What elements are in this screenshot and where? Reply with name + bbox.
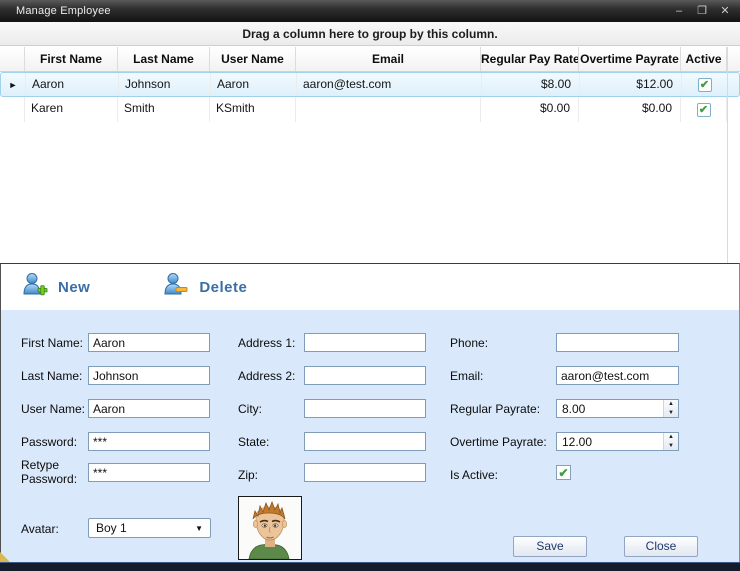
first-name-label: First Name: — [21, 336, 83, 350]
regular-payrate-spin-buttons: ▲ ▼ — [663, 400, 678, 417]
regular-payrate-stepper[interactable]: ▲ ▼ — [556, 399, 679, 418]
cell-email[interactable] — [296, 97, 481, 122]
is-active-label: Is Active: — [450, 468, 498, 482]
overtime-payrate-label: Overtime Payrate: — [450, 435, 547, 449]
current-row-arrow-icon: ► — [9, 80, 18, 90]
row-indicator — [0, 97, 25, 122]
phone-label: Phone: — [450, 336, 488, 350]
table-row[interactable]: Karen Smith KSmith $0.00 $0.00 ✔ — [0, 97, 740, 122]
table-row[interactable]: ► Aaron Johnson Aaron aaron@test.com $8.… — [0, 72, 740, 97]
form-toolbar: New Delete — [1, 264, 739, 310]
user-name-field[interactable] — [88, 399, 210, 418]
save-button[interactable]: Save — [513, 536, 587, 557]
column-header-overtime-payrate[interactable]: Overtime Payrate — [579, 47, 681, 71]
state-label: State: — [238, 435, 269, 449]
grid-header-row: First Name Last Name User Name Email Reg… — [0, 47, 740, 72]
overtime-payrate-field[interactable] — [556, 432, 679, 451]
check-icon: ✔ — [699, 104, 708, 116]
spin-down-icon[interactable]: ▼ — [664, 409, 678, 418]
column-header-active[interactable]: Active — [681, 47, 727, 71]
maximize-icon[interactable]: ❐ — [695, 0, 709, 22]
row-indicator: ► — [1, 73, 26, 96]
window-title: Manage Employee — [0, 5, 111, 17]
cell-user-name[interactable]: KSmith — [210, 97, 296, 122]
regular-payrate-label: Regular Payrate: — [450, 402, 540, 416]
retype-password-label: Retype Password: — [21, 458, 79, 486]
is-active-checkbox[interactable]: ✔ — [556, 465, 571, 480]
zip-label: Zip: — [238, 468, 258, 482]
window-controls: – ❐ ✕ — [672, 0, 732, 22]
column-header-last-name[interactable]: Last Name — [118, 47, 210, 71]
column-header-first-name[interactable]: First Name — [25, 47, 118, 71]
cell-email[interactable]: aaron@test.com — [297, 73, 482, 96]
city-label: City: — [238, 402, 262, 416]
spin-up-icon[interactable]: ▲ — [664, 400, 678, 409]
spin-up-icon[interactable]: ▲ — [664, 433, 678, 442]
check-icon: ✔ — [700, 79, 709, 91]
resize-grip[interactable] — [0, 552, 10, 562]
grid-edge-divider — [727, 47, 728, 263]
cell-first-name[interactable]: Karen — [25, 97, 118, 122]
cell-last-name[interactable]: Smith — [118, 97, 210, 122]
new-button-label: New — [58, 279, 90, 296]
cell-regular-pay-rate[interactable]: $8.00 — [482, 73, 580, 96]
avatar-label: Avatar: — [21, 522, 59, 536]
city-field[interactable] — [304, 399, 426, 418]
overtime-payrate-spin-buttons: ▲ ▼ — [663, 433, 678, 450]
delete-button-label: Delete — [199, 279, 247, 296]
employee-form: First Name: Last Name: User Name: Passwo… — [1, 310, 739, 563]
cell-overtime-payrate[interactable]: $12.00 — [580, 73, 682, 96]
avatar-image — [238, 496, 302, 560]
active-checkbox[interactable]: ✔ — [698, 78, 712, 92]
manage-employee-window: Manage Employee – ❐ ✕ Drag a column here… — [0, 0, 740, 571]
delete-button[interactable]: Delete — [162, 271, 247, 303]
delete-employee-icon — [162, 271, 189, 303]
first-name-field[interactable] — [88, 333, 210, 352]
address2-field[interactable] — [304, 366, 426, 385]
password-field[interactable] — [88, 432, 210, 451]
employee-grid: First Name Last Name User Name Email Reg… — [0, 47, 740, 263]
cell-overtime-payrate[interactable]: $0.00 — [579, 97, 681, 122]
chevron-down-icon: ▼ — [195, 524, 203, 533]
phone-field[interactable] — [556, 333, 679, 352]
close-icon[interactable]: ✕ — [718, 0, 732, 22]
email-label: Email: — [450, 369, 483, 383]
cell-regular-pay-rate[interactable]: $0.00 — [481, 97, 579, 122]
window-bottom-border — [0, 562, 740, 571]
column-header-email[interactable]: Email — [296, 47, 481, 71]
cell-last-name[interactable]: Johnson — [119, 73, 211, 96]
address2-label: Address 2: — [238, 369, 295, 383]
cell-active: ✔ — [681, 97, 727, 122]
detail-panel: New Delete — [0, 263, 740, 562]
close-button[interactable]: Close — [624, 536, 698, 557]
state-field[interactable] — [304, 432, 426, 451]
active-checkbox[interactable]: ✔ — [697, 103, 711, 117]
new-button[interactable]: New — [21, 271, 90, 303]
zip-field[interactable] — [304, 463, 426, 482]
user-name-label: User Name: — [21, 402, 85, 416]
password-label: Password: — [21, 435, 77, 449]
email-field[interactable] — [556, 366, 679, 385]
address1-field[interactable] — [304, 333, 426, 352]
address1-label: Address 1: — [238, 336, 295, 350]
title-bar: Manage Employee – ❐ ✕ — [0, 0, 740, 22]
cell-active: ✔ — [682, 73, 728, 96]
regular-payrate-field[interactable] — [556, 399, 679, 418]
group-by-drop-zone[interactable]: Drag a column here to group by this colu… — [0, 22, 740, 46]
column-header-user-name[interactable]: User Name — [210, 47, 296, 71]
last-name-field[interactable] — [88, 366, 210, 385]
cell-user-name[interactable]: Aaron — [211, 73, 297, 96]
spin-down-icon[interactable]: ▼ — [664, 442, 678, 451]
column-header-regular-pay-rate[interactable]: Regular Pay Rate — [481, 47, 579, 71]
cell-first-name[interactable]: Aaron — [26, 73, 119, 96]
minimize-icon[interactable]: – — [672, 0, 686, 22]
row-indicator-column-header — [0, 47, 25, 71]
last-name-label: Last Name: — [21, 369, 82, 383]
check-icon: ✔ — [558, 466, 568, 480]
retype-password-field[interactable] — [88, 463, 210, 482]
avatar-select[interactable]: Boy 1 ▼ — [88, 518, 211, 538]
overtime-payrate-stepper[interactable]: ▲ ▼ — [556, 432, 679, 451]
new-employee-icon — [21, 271, 48, 303]
avatar-selected-option: Boy 1 — [96, 521, 127, 535]
